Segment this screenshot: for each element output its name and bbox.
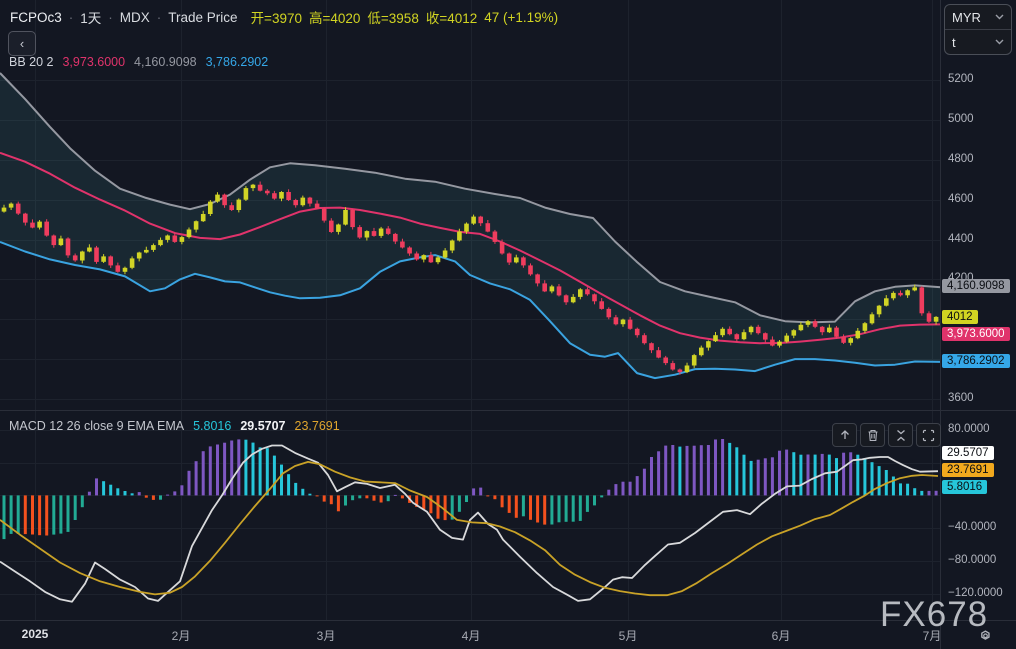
trading-chart-app: FCPOc3 · 1天 · MDX · Trade Price 开=3970 高…	[0, 0, 1016, 649]
chevron-down-icon	[995, 14, 1004, 20]
interval[interactable]: 1天	[80, 7, 101, 27]
price-badge: 4,160.9098	[942, 279, 1010, 293]
macd-tick: −80.0000	[948, 553, 997, 566]
time-tick: 4月	[461, 629, 481, 643]
separator-dot: ·	[108, 9, 113, 25]
price-tick: 5200	[948, 73, 974, 85]
maximize-pane-button[interactable]	[916, 423, 941, 447]
collapse-pane-button[interactable]	[888, 423, 913, 447]
collapse-icon	[896, 429, 905, 441]
currency-value: MYR	[952, 9, 981, 25]
price-axis[interactable]: 520050004800460044004200360080.0000−40.0…	[941, 0, 1016, 649]
change-percent: 47 (+1.19%)	[484, 9, 559, 25]
bb-mid-value: 3,973.6000	[62, 55, 126, 69]
trash-icon	[868, 429, 877, 441]
macd-signal-value: 23.7691	[294, 419, 340, 433]
unit-select[interactable]: t	[945, 29, 1011, 54]
macd-indicator-row[interactable]: MACD 12 26 close 9 EMA EMA 5.8016 29.570…	[9, 419, 340, 433]
macd-badge: 29.5707	[942, 446, 994, 460]
ohlc-close: 收=4012	[425, 11, 478, 26]
price-badge: 3,786.2902	[942, 354, 1010, 368]
chevron-down-icon	[995, 39, 1004, 45]
macd-tick: 80.0000	[948, 422, 990, 435]
bb-title: BB 20 2	[9, 55, 54, 69]
macd-title: MACD 12 26 close 9 EMA EMA	[9, 419, 185, 433]
bb-indicator-row[interactable]: BB 20 2 3,973.6000 4,160.9098 3,786.2902	[9, 55, 268, 69]
time-tick: 5月	[618, 629, 638, 643]
currency-select[interactable]: MYR	[945, 5, 1011, 29]
maximize-icon	[922, 429, 935, 441]
time-tick: 3月	[316, 629, 336, 643]
arrow-up-icon	[840, 430, 849, 439]
macd-badge: 23.7691	[942, 463, 994, 477]
axis-settings-button[interactable]	[971, 625, 999, 645]
bb-upper-value: 4,160.9098	[134, 55, 197, 69]
time-axis[interactable]: 2025 2月 3月 4月 5月 6月 7月	[0, 621, 1016, 649]
price-tick: 4400	[948, 232, 974, 245]
macd-pane-toolbar	[832, 423, 941, 447]
chevron-left-icon: ‹	[19, 36, 25, 51]
macd-tick: −120.0000	[948, 586, 1003, 599]
grid	[0, 0, 941, 620]
macd-tick: −40.0000	[948, 521, 997, 534]
time-tick: 2025	[21, 627, 49, 641]
bollinger-bands	[0, 72, 941, 380]
price-badge: 3,973.6000	[942, 327, 1010, 341]
macd-hist-value: 5.8016	[193, 419, 232, 433]
symbol-header: FCPOc3 · 1天 · MDX · Trade Price 开=3970 高…	[10, 7, 558, 27]
unit-value: t	[952, 34, 956, 50]
currency-unit-selector: MYR t	[944, 4, 1012, 55]
delete-indicator-button[interactable]	[860, 423, 885, 447]
gear-icon	[980, 629, 990, 640]
price-type: Trade Price	[168, 9, 238, 25]
move-pane-up-button[interactable]	[832, 423, 857, 447]
ohlc-low: 低=3958	[367, 11, 419, 26]
price-tick: 5000	[948, 112, 974, 125]
time-tick: 6月	[771, 629, 791, 643]
separator-dot: ·	[68, 9, 74, 25]
time-tick: 7月	[922, 629, 942, 643]
price-tick: 4800	[948, 152, 974, 165]
macd-badge: 5.8016	[942, 480, 988, 494]
price-tick: 3600	[948, 392, 974, 404]
chart-svg	[0, 0, 1016, 649]
time-tick: 2月	[171, 629, 191, 643]
exchange: MDX	[119, 9, 150, 25]
macd-line-value: 29.5707	[240, 419, 286, 433]
back-button[interactable]: ‹	[8, 31, 36, 56]
bb-lower-value: 3,786.2902	[205, 55, 269, 69]
symbol-name[interactable]: FCPOc3	[10, 10, 62, 25]
price-badge: 4012	[942, 310, 978, 324]
ohlc-open: 开=3970	[250, 11, 302, 26]
separator-dot: ·	[156, 9, 162, 25]
ohlc-high: 高=4020	[308, 11, 361, 26]
price-tick: 4600	[948, 192, 974, 205]
chart-canvas[interactable]	[0, 0, 1016, 649]
